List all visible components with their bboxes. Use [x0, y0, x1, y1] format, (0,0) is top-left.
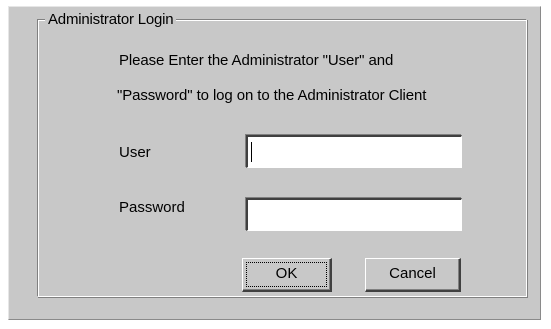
cancel-button-label: Cancel — [389, 265, 436, 282]
focus-rectangle — [246, 262, 327, 287]
cancel-button[interactable]: Cancel — [365, 258, 461, 292]
admin-login-dialog: Administrator Login Please Enter the Adm… — [8, 6, 541, 320]
instruction-line-2: "Password" to log on to the Administrato… — [117, 87, 427, 104]
ok-button[interactable]: OK — [242, 258, 332, 292]
password-input[interactable] — [246, 198, 462, 231]
password-label: Password — [119, 199, 185, 216]
groupbox-title: Administrator Login — [45, 11, 177, 29]
text-cursor — [251, 142, 252, 162]
instruction-line-1: Please Enter the Administrator "User" an… — [119, 52, 394, 69]
user-input[interactable] — [246, 135, 462, 168]
user-label: User — [119, 144, 151, 161]
